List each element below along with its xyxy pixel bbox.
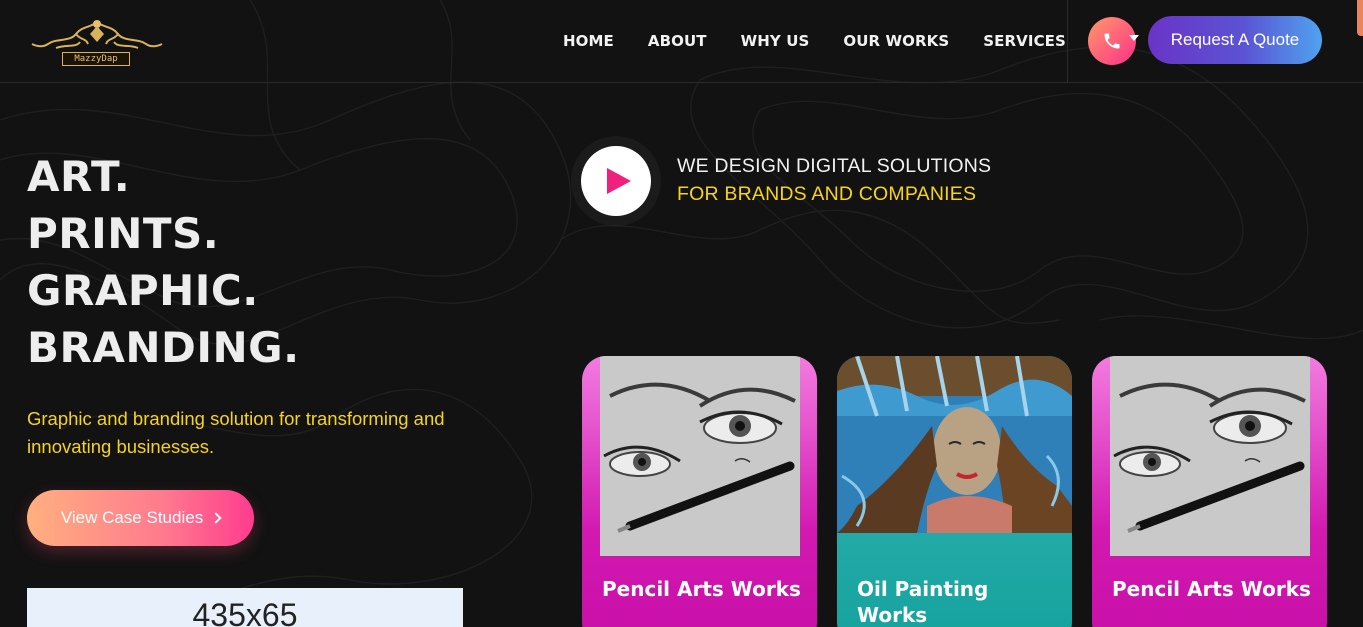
phone-button[interactable]	[1088, 17, 1136, 65]
chevron-down-icon[interactable]	[1129, 35, 1139, 41]
phone-icon	[1104, 33, 1120, 49]
brand-logo[interactable]: MazzyDap	[30, 14, 164, 70]
tagline-secondary: FOR BRANDS AND COMPANIES	[677, 183, 977, 205]
logo-wordmark: MazzyDap	[62, 52, 130, 66]
site-header: MazzyDap HOME ABOUT WHY US OUR WORKS SER…	[0, 0, 1363, 83]
hero-heading: ART. PRINTS. GRAPHIC. BRANDING.	[27, 148, 300, 376]
hero-line-graphic: GRAPHIC.	[27, 266, 259, 315]
nav-why-us[interactable]: WHY US	[741, 32, 810, 50]
case-studies-label: View Case Studies	[60, 508, 204, 527]
nav-home[interactable]: HOME	[563, 32, 614, 50]
play-video-button[interactable]	[581, 146, 651, 216]
ad-placeholder: 435x65	[27, 588, 463, 627]
pencil-portrait-image	[1110, 356, 1310, 556]
nav-about[interactable]: ABOUT	[648, 32, 707, 50]
nav-services[interactable]: SERVICES	[983, 32, 1066, 50]
request-quote-button[interactable]: Request A Quote	[1148, 16, 1322, 64]
card-title: Pencil Arts Works	[1112, 577, 1311, 601]
main-nav: HOME ABOUT WHY US OUR WORKS SERVICES	[546, 0, 1083, 82]
view-case-studies-button[interactable]: View Case Studies	[27, 490, 254, 546]
pencil-portrait-image	[600, 356, 800, 556]
work-card-oil-painting[interactable]: Oil Painting Works	[837, 356, 1072, 627]
hero-line-art: ART.	[27, 152, 131, 201]
work-card-pencil-2[interactable]: Pencil Arts Works	[1092, 356, 1327, 627]
hero-line-branding: BRANDING.	[27, 323, 300, 372]
work-card-pencil-1[interactable]: Pencil Arts Works	[582, 356, 817, 627]
header-divider	[1067, 0, 1068, 82]
play-icon	[607, 168, 631, 194]
hero-subtitle: Graphic and branding solution for transf…	[27, 408, 445, 457]
oil-painting-image	[837, 356, 1072, 533]
hero-line-prints: PRINTS.	[27, 209, 220, 258]
card-title: Oil Painting Works	[857, 577, 989, 627]
tagline-primary: WE DESIGN DIGITAL SOLUTIONS	[677, 155, 992, 177]
nav-our-works[interactable]: OUR WORKS	[843, 32, 949, 50]
chevron-right-icon	[210, 512, 222, 524]
card-title: Pencil Arts Works	[602, 577, 801, 601]
